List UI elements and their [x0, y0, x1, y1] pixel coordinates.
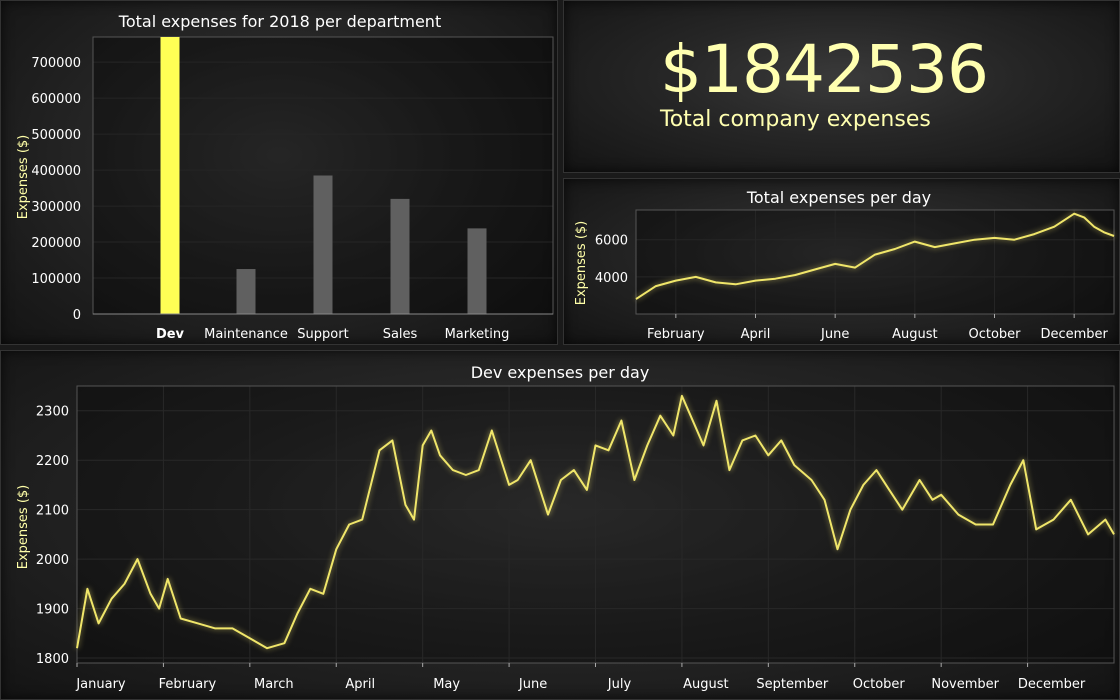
x-tick-label: November — [931, 677, 999, 692]
department-expenses-chart: Total expenses for 2018 per department E… — [16, 12, 554, 342]
y-tick-label: 1800 — [36, 652, 69, 667]
x-tick-label: Support — [297, 327, 348, 342]
total-amount: $1842536 — [660, 31, 989, 108]
x-tick-label: June — [820, 327, 849, 342]
bar[interactable] — [236, 269, 256, 314]
x-tick-label: Marketing — [445, 327, 510, 342]
plot-area — [635, 209, 1115, 315]
y-tick-label: 600000 — [31, 92, 81, 107]
bar[interactable] — [160, 37, 180, 314]
x-tick-label: August — [892, 327, 938, 342]
total-summary-panel: $1842536 Total company expenses — [563, 0, 1120, 173]
x-tick-label: September — [756, 677, 829, 692]
x-tick-label: Dev — [156, 327, 185, 342]
y-tick-label: 1900 — [36, 603, 69, 618]
x-tick-label: October — [968, 327, 1021, 342]
x-tick-label: December — [1040, 327, 1108, 342]
chart-title: Dev expenses per day — [471, 363, 650, 382]
x-tick-label: April — [345, 677, 375, 692]
x-tick-label: February — [159, 677, 217, 692]
y-axis-label: Expenses ($) — [16, 135, 31, 220]
bar[interactable] — [390, 198, 410, 314]
plot-area — [76, 385, 1115, 664]
y-tick-label: 4000 — [595, 271, 628, 286]
y-tick-label: 100000 — [31, 272, 81, 287]
y-tick-label: 2200 — [36, 454, 69, 469]
chart-title: Total expenses per day — [746, 188, 931, 207]
x-tick-label: January — [75, 677, 126, 692]
x-tick-label: July — [607, 677, 632, 692]
total-label: Total company expenses — [660, 107, 931, 132]
y-tick-label: 700000 — [31, 56, 81, 71]
x-tick-label: October — [853, 677, 906, 692]
department-expenses-panel: Total expenses for 2018 per department E… — [0, 0, 558, 345]
y-tick-label: 400000 — [31, 164, 81, 179]
chart-title: Total expenses for 2018 per department — [118, 12, 441, 31]
y-tick-label: 300000 — [31, 200, 81, 215]
total-per-day-chart: Total expenses per day Expenses ($) 4000… — [574, 188, 1115, 342]
x-tick-label: August — [683, 677, 729, 692]
x-tick-label: April — [741, 327, 771, 342]
y-axis-label: Expenses ($) — [574, 221, 589, 306]
bar[interactable] — [313, 175, 333, 315]
y-axis-label: Expenses ($) — [16, 485, 31, 570]
x-tick-label: February — [647, 327, 705, 342]
y-tick-label: 0 — [73, 308, 81, 323]
y-tick-label: 6000 — [595, 234, 628, 249]
x-tick-label: March — [254, 677, 294, 692]
y-tick-label: 2000 — [36, 553, 69, 568]
y-tick-label: 500000 — [31, 128, 81, 143]
total-per-day-panel: Total expenses per day Expenses ($) 4000… — [563, 178, 1120, 345]
dev-per-day-panel: Dev expenses per day Expenses ($) 1800 19… — [0, 350, 1120, 700]
x-tick-label: Maintenance — [204, 327, 288, 342]
y-tick-label: 2100 — [36, 504, 69, 519]
bar[interactable] — [467, 228, 487, 314]
x-tick-label: June — [518, 677, 547, 692]
y-tick-label: 2300 — [36, 405, 69, 420]
dev-per-day-chart: Dev expenses per day Expenses ($) 1800 19… — [16, 363, 1115, 692]
x-tick-label: Sales — [383, 327, 418, 342]
x-tick-label: May — [433, 677, 460, 692]
y-tick-label: 200000 — [31, 236, 81, 251]
x-tick-label: December — [1018, 677, 1086, 692]
